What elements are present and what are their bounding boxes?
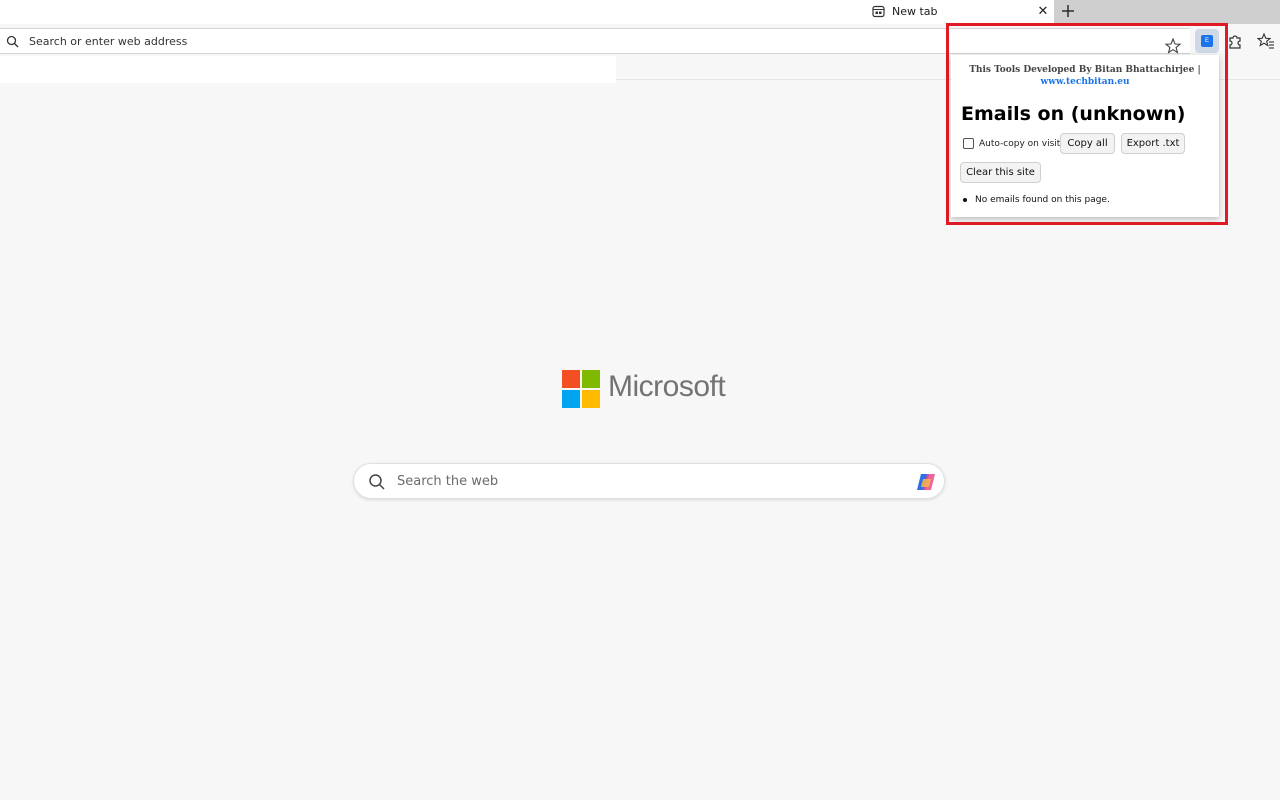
web-search-placeholder: Search the web — [397, 474, 499, 489]
tab-new-tab[interactable]: New tab ✕ — [862, 0, 1054, 24]
address-bar-placeholder: Search or enter web address — [29, 35, 188, 48]
extensions-puzzle-icon[interactable] — [1226, 32, 1244, 50]
tab-strip-empty-area — [1054, 0, 1280, 24]
web-search-box[interactable]: Search the web — [353, 463, 945, 499]
autocopy-checkbox[interactable] — [963, 138, 974, 149]
search-icon — [6, 35, 19, 48]
clear-site-button[interactable]: Clear this site — [960, 162, 1041, 183]
search-icon — [369, 474, 385, 490]
popup-title: Emails on (unknown) — [961, 103, 1186, 125]
list-item: No emails found on this page. — [975, 195, 1110, 205]
new-tab-page-icon — [872, 5, 885, 18]
tab-label: New tab — [892, 5, 938, 18]
logo-yellow-square — [582, 390, 600, 408]
techbitan-link[interactable]: www.techbitan.eu — [951, 76, 1219, 88]
close-tab-icon[interactable]: ✕ — [1036, 4, 1050, 18]
logo-green-square — [582, 370, 600, 388]
microsoft-wordmark: Microsoft — [608, 370, 726, 403]
logo-blue-square — [562, 390, 580, 408]
microsoft-logo-icon — [562, 370, 600, 408]
autocopy-label: Auto-copy on visit — [979, 139, 1061, 149]
list-bullet — [963, 197, 967, 202]
logo-red-square — [562, 370, 580, 388]
page-top-strip — [0, 56, 616, 83]
copilot-icon[interactable] — [914, 470, 938, 494]
popup-credit: This Tools Developed By Bitan Bhattachir… — [951, 64, 1219, 88]
export-txt-button[interactable]: Export .txt — [1121, 133, 1185, 154]
extension-popup: This Tools Developed By Bitan Bhattachir… — [951, 55, 1219, 217]
copy-all-button[interactable]: Copy all — [1060, 133, 1115, 154]
new-tab-plus-icon[interactable] — [1059, 2, 1077, 20]
results-list: No emails found on this page. — [963, 195, 1110, 205]
popup-credit-text: This Tools Developed By Bitan Bhattachir… — [969, 65, 1201, 75]
favorites-icon[interactable] — [1257, 32, 1275, 50]
